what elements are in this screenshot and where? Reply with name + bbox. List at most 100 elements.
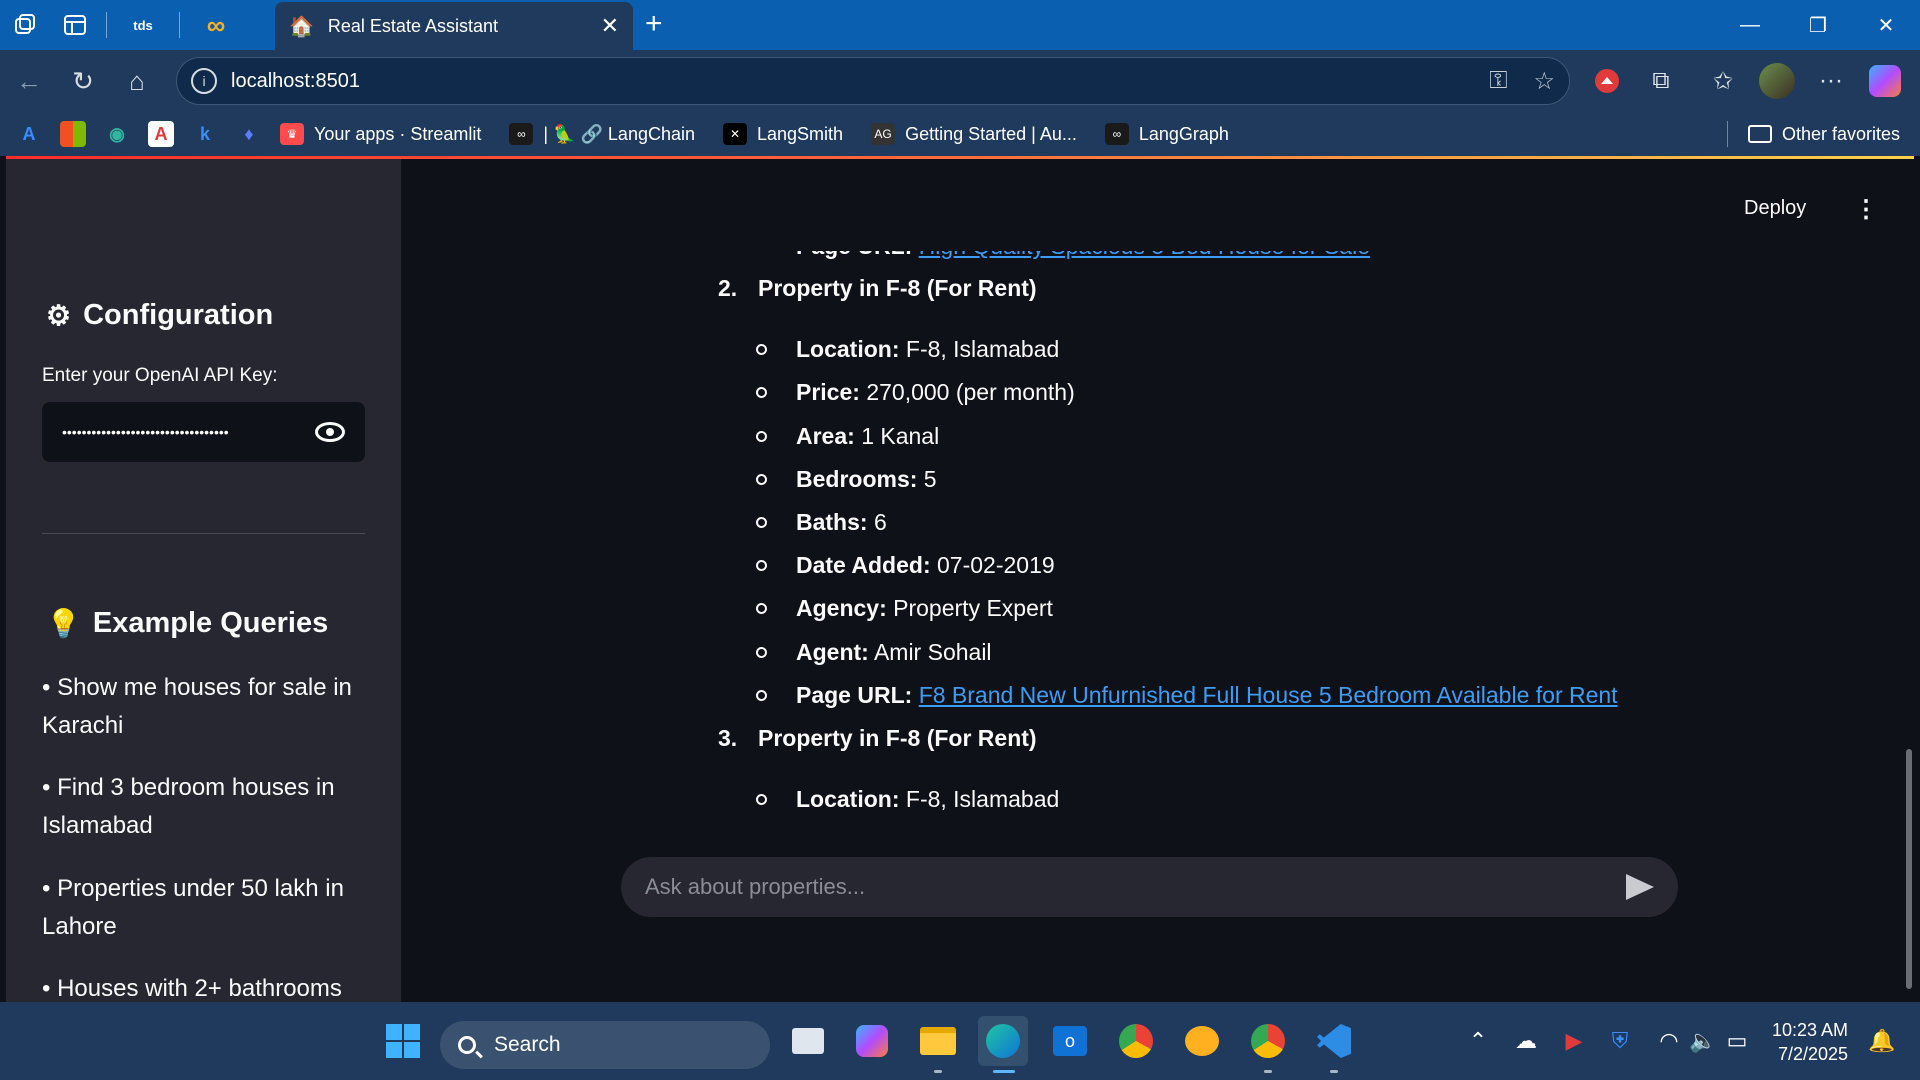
- tab-tds-label: tds: [133, 17, 153, 33]
- main-scrollbar[interactable]: [1906, 749, 1912, 989]
- password-key-icon[interactable]: ⚿: [1489, 67, 1507, 95]
- chat-input[interactable]: Ask about properties...: [621, 857, 1678, 917]
- main-menu-icon[interactable]: ⋮: [1854, 195, 1878, 224]
- favorite-langsmith[interactable]: ✕ LangSmith: [723, 123, 843, 145]
- property3-title: Property in F-8 (For Rent): [758, 725, 1037, 751]
- property2-link[interactable]: F8 Brand New Unfurnished Full House 5 Be…: [919, 682, 1618, 708]
- favorite-microsoft-icon[interactable]: [60, 121, 86, 147]
- favorite-langgraph[interactable]: ∞ LangGraph: [1104, 123, 1229, 145]
- refresh-icon[interactable]: ↻: [56, 54, 110, 108]
- streamlit-icon: ♛: [280, 123, 304, 145]
- battery-icon[interactable]: ▭: [1722, 1002, 1752, 1080]
- house-icon: 🏠: [289, 15, 314, 38]
- tab-real-estate-assistant[interactable]: 🏠 Real Estate Assistant ✕: [275, 2, 633, 50]
- url-text[interactable]: localhost:8501: [231, 70, 1463, 93]
- chrome-profile-icon[interactable]: [1243, 1016, 1293, 1066]
- close-tab-icon[interactable]: ✕: [601, 13, 619, 39]
- copilot-taskbar-icon[interactable]: [847, 1016, 897, 1066]
- property2-number: 2.: [718, 275, 738, 301]
- new-tab-icon[interactable]: +: [645, 7, 663, 41]
- other-favorites[interactable]: Other favorites: [1726, 112, 1900, 156]
- api-key-input[interactable]: ••••••••••••••••••••••••••••••••••: [42, 402, 365, 462]
- bullet-marker: [756, 560, 767, 571]
- taskbar-search[interactable]: Search: [440, 1021, 770, 1069]
- favorite-label: LangGraph: [1138, 123, 1229, 144]
- field-label: Agent:: [796, 639, 869, 665]
- langchain-icon: ∞: [509, 123, 534, 145]
- extension-red-icon[interactable]: [1580, 50, 1634, 112]
- sidebar: ⚙ Configuration Enter your OpenAI API Ke…: [6, 159, 401, 1002]
- main-content: Page URL: High Quality Spacious 5 Bed Ho…: [401, 159, 1914, 1002]
- favorite-langchain[interactable]: ∞ | 🦜 🔗 LangChain: [509, 123, 695, 145]
- field-value: 1 Kanal: [854, 423, 940, 449]
- volume-icon[interactable]: 🔈: [1688, 1002, 1718, 1080]
- start-windows-icon[interactable]: [378, 1016, 428, 1066]
- field-label: Area:: [796, 423, 855, 449]
- copilot-icon[interactable]: [1858, 50, 1912, 112]
- favorite-k-icon[interactable]: k: [192, 121, 218, 147]
- field-label: Location:: [796, 786, 900, 812]
- profile-avatar[interactable]: [1750, 50, 1804, 112]
- outlook-icon[interactable]: o: [1045, 1016, 1095, 1066]
- field-value: Amir Sohail: [868, 639, 992, 665]
- site-info-icon[interactable]: i: [191, 68, 217, 94]
- bullet-marker: [756, 647, 767, 658]
- close-window-icon[interactable]: ✕: [1852, 0, 1920, 50]
- onedrive-icon[interactable]: ☁: [1508, 1002, 1544, 1080]
- api-key-value[interactable]: ••••••••••••••••••••••••••••••••••: [62, 424, 315, 440]
- taskbar-search-label[interactable]: Search: [494, 1033, 561, 1057]
- file-explorer-icon[interactable]: [913, 1016, 963, 1066]
- favorite-getting-started[interactable]: AG Getting Started | Au...: [871, 123, 1077, 145]
- favorite-streamlit[interactable]: ♛ Your apps · Streamlit: [280, 123, 481, 145]
- api-key-label: Enter your OpenAI API Key:: [42, 365, 278, 386]
- chrome-icon[interactable]: [1111, 1016, 1161, 1066]
- bullet-marker: [756, 517, 767, 528]
- defender-icon[interactable]: ⛨: [1604, 1002, 1636, 1080]
- favorite-star-icon[interactable]: ☆: [1533, 67, 1555, 96]
- weather-icon[interactable]: [1177, 1016, 1227, 1066]
- favorite-a-icon[interactable]: A: [16, 121, 42, 147]
- wifi-icon[interactable]: ◠: [1654, 1002, 1684, 1080]
- example-query: • Properties under 50 lakh in Lahore: [42, 875, 344, 940]
- tray-app-icon[interactable]: ▶: [1558, 1002, 1590, 1080]
- running-indicator: [1264, 1070, 1272, 1073]
- address-bar[interactable]: i localhost:8501 ⚿ ☆: [176, 57, 1570, 105]
- restore-icon[interactable]: ❐: [1784, 0, 1852, 50]
- example-queries-heading: 💡 Example Queries: [46, 607, 328, 640]
- property2-field: Agency: Property Expert: [756, 595, 1053, 622]
- favorites-icon[interactable]: ✩: [1696, 50, 1750, 112]
- show-hidden-icons[interactable]: ⌃: [1462, 1002, 1494, 1080]
- other-favorites-label: Other favorites: [1781, 123, 1900, 144]
- edge-icon[interactable]: [978, 1016, 1028, 1066]
- favorite-drop-icon[interactable]: ♦: [236, 121, 262, 147]
- active-indicator: [993, 1070, 1015, 1073]
- vscode-icon[interactable]: [1309, 1016, 1359, 1066]
- favorite-globe-icon[interactable]: ◉: [104, 121, 130, 147]
- back-icon[interactable]: ←: [2, 54, 56, 108]
- property2-field: Agent: Amir Sohail: [756, 639, 992, 666]
- tab-infinity[interactable]: ∞: [186, 0, 246, 50]
- chat-input-placeholder[interactable]: Ask about properties...: [645, 874, 1626, 900]
- send-icon[interactable]: [1626, 874, 1654, 900]
- workspaces-icon[interactable]: [0, 0, 50, 50]
- bullet-marker: [756, 690, 767, 701]
- favorite-triangle-icon[interactable]: A: [148, 121, 174, 147]
- home-icon[interactable]: ⌂: [110, 54, 164, 108]
- property3-number: 3.: [718, 725, 738, 751]
- notifications-icon[interactable]: 🔔: [1864, 1002, 1900, 1080]
- field-value: 07-02-2019: [930, 552, 1055, 578]
- more-options-icon[interactable]: ···: [1804, 50, 1858, 112]
- tab-separator: [106, 12, 107, 38]
- system-clock[interactable]: 10:23 AM 7/2/2025: [1772, 1018, 1848, 1066]
- extensions-icon[interactable]: ⧉: [1634, 50, 1688, 112]
- tab-tds[interactable]: tds: [113, 0, 173, 50]
- langgraph-icon: ∞: [1104, 123, 1129, 145]
- tab-actions-icon[interactable]: [50, 0, 100, 50]
- configuration-heading: ⚙ Configuration: [46, 299, 273, 332]
- favorite-label: | 🦜 🔗 LangChain: [543, 123, 695, 144]
- deploy-button[interactable]: Deploy: [1744, 197, 1806, 220]
- task-view-icon[interactable]: [783, 1016, 833, 1066]
- show-password-eye-icon[interactable]: [315, 422, 345, 442]
- bullet-marker: [756, 431, 767, 442]
- minimize-icon[interactable]: —: [1716, 0, 1784, 50]
